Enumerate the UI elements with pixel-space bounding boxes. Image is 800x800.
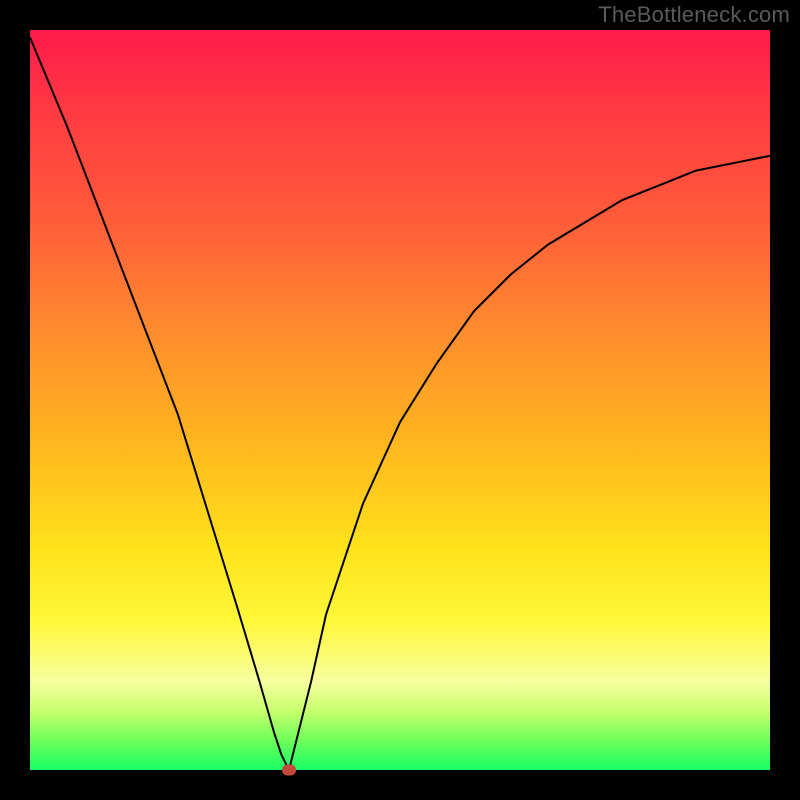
optimal-point-marker xyxy=(282,765,296,776)
background-gradient xyxy=(30,30,770,770)
watermark-label: TheBottleneck.com xyxy=(598,2,790,28)
plot-area xyxy=(30,30,770,770)
chart-frame: TheBottleneck.com xyxy=(0,0,800,800)
